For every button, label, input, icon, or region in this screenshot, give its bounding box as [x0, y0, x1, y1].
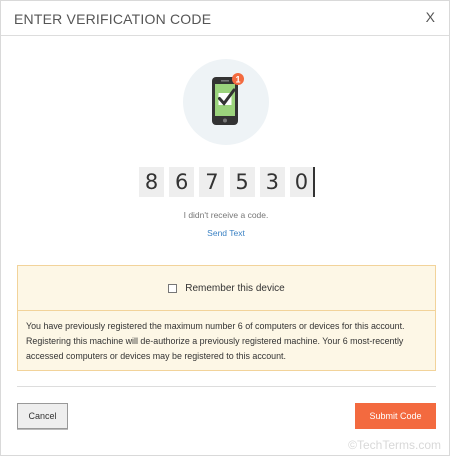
- code-digit-6[interactable]: 0: [289, 167, 315, 197]
- phone-home-button: [223, 118, 227, 123]
- close-button[interactable]: X: [426, 9, 435, 25]
- code-input-group: 8 6 7 5 3 0: [139, 167, 315, 197]
- code-digit-2[interactable]: 6: [169, 167, 195, 197]
- phone-speaker: [221, 80, 229, 82]
- remember-device-label[interactable]: Remember this device: [185, 283, 284, 294]
- remember-device-checkbox[interactable]: [168, 283, 178, 293]
- phone-verified-icon: 1: [183, 59, 269, 145]
- cancel-button[interactable]: Cancel: [17, 403, 68, 429]
- code-digit-4[interactable]: 5: [229, 167, 255, 197]
- footer-divider: [17, 386, 436, 387]
- dialog-title: ENTER VERIFICATION CODE: [14, 11, 212, 27]
- send-text-link[interactable]: Send Text: [1, 228, 450, 238]
- no-code-prompt: I didn't receive a code.: [183, 210, 269, 220]
- verification-dialog: ENTER VERIFICATION CODE X 1 8 6 7 5 3 0 …: [0, 0, 450, 456]
- watermark: ©TechTerms.com: [348, 438, 441, 452]
- device-limit-message: You have previously registered the maxim…: [26, 321, 405, 361]
- notification-badge-count: 1: [235, 75, 240, 85]
- code-digit-1[interactable]: 8: [139, 167, 164, 197]
- code-digit-3[interactable]: 7: [199, 167, 225, 197]
- dialog-header: ENTER VERIFICATION CODE X: [1, 1, 449, 36]
- remember-device-row: Remember this device: [18, 266, 435, 311]
- submit-code-button[interactable]: Submit Code: [355, 403, 436, 429]
- code-digit-5[interactable]: 3: [259, 167, 285, 197]
- phone-svg: 1: [212, 73, 244, 125]
- device-notice-panel: Remember this device You have previously…: [17, 265, 436, 371]
